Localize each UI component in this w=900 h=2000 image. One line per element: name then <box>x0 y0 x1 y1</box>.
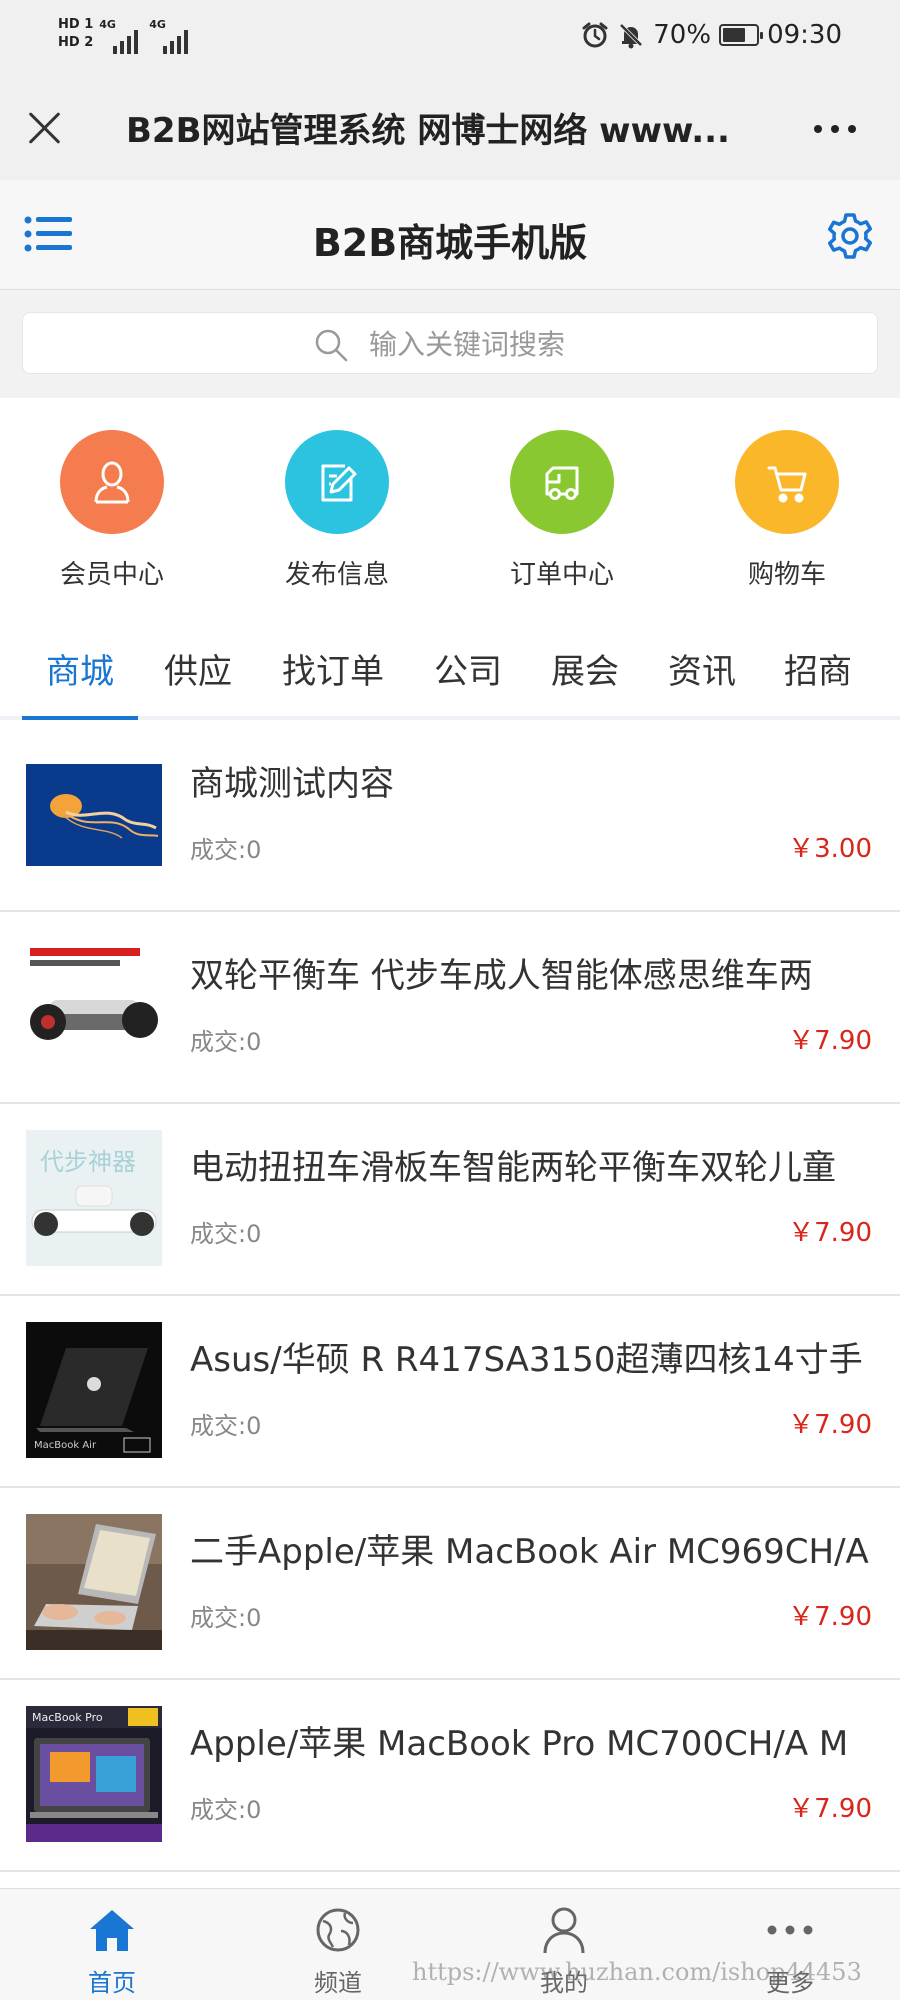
quick-link-member-center[interactable]: 会员中心 <box>12 430 212 591</box>
product-row[interactable]: MacBook Pro Apple/苹果 MacBook Pro MC700CH… <box>0 1680 900 1872</box>
sim2-label: HD 2 <box>58 35 94 50</box>
tab-exhibition[interactable]: 展会 <box>535 644 635 693</box>
product-row[interactable]: 双轮平衡车 代步车成人智能体感思维车两 成交:0 ￥7.90 <box>0 912 900 1104</box>
hoverboard-photo <box>26 942 162 1078</box>
thumb-text: MacBook Air <box>34 1440 97 1451</box>
gear-icon[interactable] <box>822 208 878 264</box>
search-input[interactable] <box>369 321 849 367</box>
home-icon <box>90 1910 134 1951</box>
product-deal-count: 成交:0 <box>190 1220 262 1248</box>
product-deal-count: 成交:0 <box>190 836 262 864</box>
truck-icon <box>510 430 614 534</box>
thumb-text: 代步神器 <box>40 1148 136 1176</box>
browser-title-bar: B2B网站管理系统 网博士网络 www... <box>0 75 900 180</box>
product-name: 二手Apple/苹果 MacBook Air MC969CH/A <box>190 1532 869 1572</box>
product-price: ￥3.00 <box>788 834 872 864</box>
tab-mall[interactable]: 商城 <box>22 644 138 693</box>
product-deal-count: 成交:0 <box>190 1796 262 1824</box>
quick-link-label: 购物车 <box>747 560 826 590</box>
product-price: ￥7.90 <box>788 1410 872 1440</box>
nav-channel[interactable]: 频道 <box>258 1903 418 1998</box>
bottom-nav: 首页 频道 我的 更多 <box>0 1888 900 2000</box>
product-price: ￥7.90 <box>788 1794 872 1824</box>
more-icon <box>767 1925 813 1935</box>
tab-supply[interactable]: 供应 <box>148 644 248 693</box>
network-indicators: HD 1 HD 2 4G 4G <box>58 14 193 54</box>
nav-home[interactable]: 首页 <box>32 1903 192 1998</box>
battery-icon <box>719 24 764 46</box>
quick-link-label: 订单中心 <box>509 560 614 590</box>
quick-links: 会员中心 发布信息 订单中心 购物车 <box>0 398 900 618</box>
product-name: Apple/苹果 MacBook Pro MC700CH/A M <box>190 1724 849 1764</box>
status-bar: HD 1 HD 2 4G 4G 70% 09:30 <box>0 0 900 75</box>
macbook-pro-photo: MacBook Pro <box>26 1706 162 1842</box>
tab-news[interactable]: 资讯 <box>652 644 752 693</box>
product-price: ￥7.90 <box>788 1026 872 1056</box>
app-title: B2B商城手机版 <box>312 221 588 265</box>
product-name: 商城测试内容 <box>190 764 394 804</box>
search-box[interactable] <box>22 312 878 374</box>
laptop-hands-photo <box>26 1514 162 1650</box>
product-list: 商城测试内容 成交:0 ￥3.00 双轮平衡车 代步车成人智能体感思维车两 成交… <box>0 720 900 1888</box>
globe-icon <box>316 1908 360 1952</box>
thumb-text: MacBook Pro <box>32 1711 103 1724</box>
product-name: 电动扭扭车滑板车智能两轮平衡车双轮儿童 <box>190 1148 836 1188</box>
quick-link-publish[interactable]: 发布信息 <box>237 430 437 591</box>
product-row[interactable]: MacBook Air Asus/华硕 R R417SA3150超薄四核14寸手… <box>0 1296 900 1488</box>
product-row[interactable]: 二手Apple/苹果 MacBook Air MC969CH/A 成交:0 ￥7… <box>0 1488 900 1680</box>
product-deal-count: 成交:0 <box>190 1412 262 1440</box>
edit-icon <box>285 430 389 534</box>
search-icon <box>315 329 348 362</box>
nav-mine[interactable]: 我的 <box>484 1903 644 1998</box>
cart-icon <box>735 430 839 534</box>
product-row[interactable]: 代步神器 电动扭扭车滑板车智能两轮平衡车双轮儿童 成交:0 ￥7.90 <box>0 1104 900 1296</box>
user-icon <box>543 1907 585 1954</box>
clock: 09:30 <box>767 20 842 50</box>
quick-link-label: 会员中心 <box>59 560 164 590</box>
product-deal-count: 成交:0 <box>190 1028 262 1056</box>
category-tabs: 商城 供应 找订单 公司 展会 资讯 招商 <box>0 618 900 720</box>
tab-investment[interactable]: 招商 <box>768 644 868 693</box>
product-name: 双轮平衡车 代步车成人智能体感思维车两 <box>190 956 813 996</box>
nav-label: 频道 <box>314 1969 362 1997</box>
product-name: Asus/华硕 R R417SA3150超薄四核14寸手 <box>190 1340 863 1380</box>
nav-label: 首页 <box>88 1969 136 1997</box>
nav-more[interactable]: 更多 <box>710 1903 870 1998</box>
user-icon <box>60 430 164 534</box>
close-icon[interactable] <box>26 109 62 145</box>
macbook-air-photo: MacBook Air <box>26 1322 162 1458</box>
quick-link-order-center[interactable]: 订单中心 <box>462 430 662 591</box>
nav-label: 我的 <box>540 1969 588 1997</box>
product-deal-count: 成交:0 <box>190 1604 262 1632</box>
product-price: ￥7.90 <box>788 1218 872 1248</box>
signal-icon: 4G <box>99 14 143 54</box>
hoverboard-white-photo: 代步神器 <box>26 1130 162 1266</box>
nav-label: 更多 <box>766 1969 814 1997</box>
product-row[interactable]: 商城测试内容 成交:0 ￥3.00 <box>0 720 900 912</box>
system-indicators: 70% 09:30 <box>581 20 842 50</box>
battery-percent: 70% <box>653 20 712 50</box>
tab-find-orders[interactable]: 找订单 <box>270 644 396 693</box>
tab-company[interactable]: 公司 <box>418 644 518 693</box>
sim1-label: HD 1 <box>58 17 94 32</box>
search-bar <box>0 290 900 398</box>
quick-link-label: 发布信息 <box>284 560 389 590</box>
alarm-icon <box>582 22 608 48</box>
sim-indicators: HD 1 HD 2 <box>58 18 93 50</box>
app-header: B2B商城手机版 <box>0 180 900 290</box>
page-title: B2B网站管理系统 网博士网络 www... <box>126 111 730 151</box>
more-menu-icon[interactable] <box>814 125 856 133</box>
signal-icon: 4G <box>149 14 193 54</box>
quick-link-cart[interactable]: 购物车 <box>687 430 887 591</box>
product-price: ￥7.90 <box>788 1602 872 1632</box>
mute-bell-icon <box>619 23 643 49</box>
jellyfish-photo <box>26 764 162 866</box>
